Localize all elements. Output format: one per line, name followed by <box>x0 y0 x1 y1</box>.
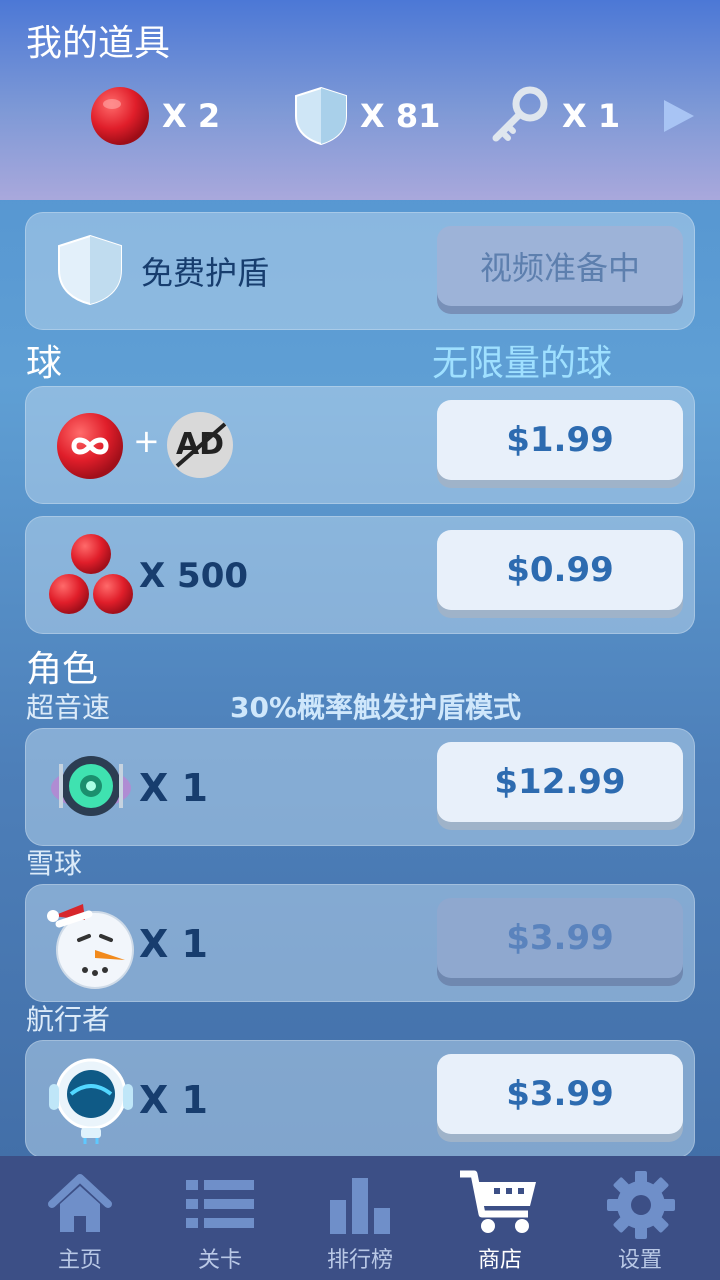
free-shield-label: 免费护盾 <box>141 254 270 292</box>
nav-settings[interactable]: 设置 <box>568 1156 712 1280</box>
nav-leaderboard[interactable]: 排行榜 <box>288 1156 432 1280</box>
ball-pack-card: X 500 $0.99 <box>25 516 695 634</box>
snowman-icon <box>47 904 134 989</box>
section-balls-title: 球 <box>26 343 63 384</box>
buy-voyager-button[interactable]: $3.99 <box>437 1054 683 1134</box>
buy-snowball-button[interactable]: $3.99 <box>437 898 683 978</box>
shield-icon <box>58 234 122 306</box>
key-icon <box>492 86 548 142</box>
cart-icon <box>460 1170 536 1233</box>
nav-home-label: 主页 <box>57 1248 102 1273</box>
no-ads-icon: AD <box>167 412 233 478</box>
buy-unlimited-balls-button[interactable]: $1.99 <box>437 400 683 480</box>
inventory-shields: X 81 <box>294 86 440 146</box>
nav-shop[interactable]: 商店 <box>428 1156 572 1280</box>
ball-pack-qty: X 500 <box>139 556 249 596</box>
character-sonic-qty: X 1 <box>139 766 208 810</box>
inventory-balls: X 2 <box>90 86 220 146</box>
buy-sonic-button[interactable]: $12.99 <box>437 742 683 822</box>
character-name-snowball: 雪球 <box>26 847 83 880</box>
free-shield-card: 免费护盾 视频准备中 <box>25 212 695 330</box>
buy-ball-pack-button[interactable]: $0.99 <box>437 530 683 610</box>
plus-sign: + <box>133 422 160 460</box>
inventory-ball-count: X 2 <box>162 97 221 135</box>
voyager-robot-icon <box>49 1058 133 1144</box>
infinity-ball-icon <box>57 413 123 479</box>
nav-home[interactable]: 主页 <box>8 1156 152 1280</box>
nav-leaderboard-label: 排行榜 <box>326 1248 393 1273</box>
home-icon <box>48 1174 112 1232</box>
inventory-key-count: X 1 <box>562 97 621 135</box>
sonic-robot-icon <box>51 756 131 816</box>
nav-levels-label: 关卡 <box>197 1248 242 1273</box>
bottom-nav: 主页 关卡 排行榜 商店 设置 <box>0 1156 720 1280</box>
inventory-shield-count: X 81 <box>360 97 441 135</box>
list-icon <box>186 1180 254 1228</box>
character-name-sonic: 超音速 <box>26 691 111 724</box>
red-ball-icon <box>91 87 149 145</box>
unlimited-balls-card: + AD $1.99 <box>25 386 695 504</box>
leaderboard-icon <box>330 1178 390 1234</box>
page-title: 我的道具 <box>26 23 171 64</box>
nav-shop-label: 商店 <box>477 1248 522 1273</box>
character-card-sonic: X 1 $12.99 <box>25 728 695 846</box>
ball-pack-icon <box>49 534 133 614</box>
nav-settings-label: 设置 <box>617 1248 662 1273</box>
watch-video-button[interactable]: 视频准备中 <box>437 226 683 306</box>
character-voyager-qty: X 1 <box>139 1078 208 1122</box>
character-name-voyager: 航行者 <box>26 1003 111 1036</box>
inventory-keys: X 1 <box>490 86 620 146</box>
character-card-snowball: X 1 $3.99 <box>25 884 695 1002</box>
nav-levels[interactable]: 关卡 <box>148 1156 292 1280</box>
unlimited-balls-highlight: 无限量的球 <box>432 343 613 384</box>
character-card-voyager: X 1 $3.99 <box>25 1040 695 1158</box>
shield-icon <box>295 86 347 146</box>
character-sonic-desc: 30%概率触发护盾模式 <box>230 691 522 724</box>
inventory-header: 我的道具 X 2 X 81 X 1 <box>0 0 720 200</box>
character-snowball-qty: X 1 <box>139 922 208 966</box>
next-arrow-icon[interactable] <box>664 100 694 132</box>
gear-icon <box>607 1171 675 1239</box>
section-characters-title: 角色 <box>26 649 99 690</box>
